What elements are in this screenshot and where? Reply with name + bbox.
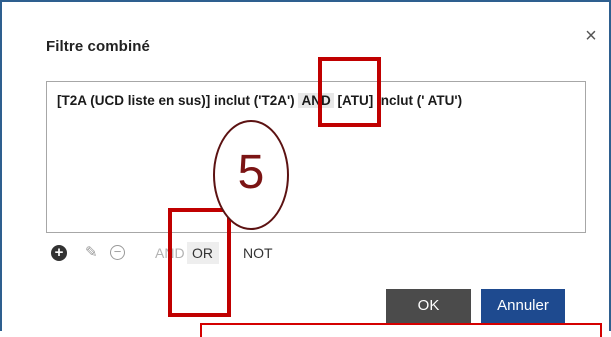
annotation-step-number: 5	[237, 146, 265, 199]
filter-expression: [T2A (UCD liste en sus)] inclut ('T2A') …	[57, 93, 462, 108]
annotation-highlight-operator	[318, 57, 381, 127]
cancel-button[interactable]: Annuler	[481, 289, 565, 323]
annotation-highlight-or	[168, 208, 231, 317]
pencil-icon[interactable]: ✎	[85, 242, 98, 264]
plus-circle-icon[interactable]: +	[51, 245, 67, 261]
close-icon[interactable]: ×	[581, 26, 601, 46]
combined-filter-dialog: Filtre combiné × [T2A (UCD liste en sus)…	[2, 2, 609, 331]
annotation-note-box	[200, 323, 602, 337]
not-button[interactable]: NOT	[243, 242, 273, 264]
minus-circle-icon[interactable]: −	[110, 245, 125, 260]
dialog-title: Filtre combiné	[46, 38, 150, 55]
annotation-step-circle: 5	[213, 120, 289, 230]
filter-expression-editor[interactable]: [T2A (UCD liste en sus)] inclut ('T2A') …	[46, 81, 586, 233]
expression-condition-1: [T2A (UCD liste en sus)] inclut ('T2A')	[57, 93, 295, 108]
ok-button[interactable]: OK	[386, 289, 471, 323]
